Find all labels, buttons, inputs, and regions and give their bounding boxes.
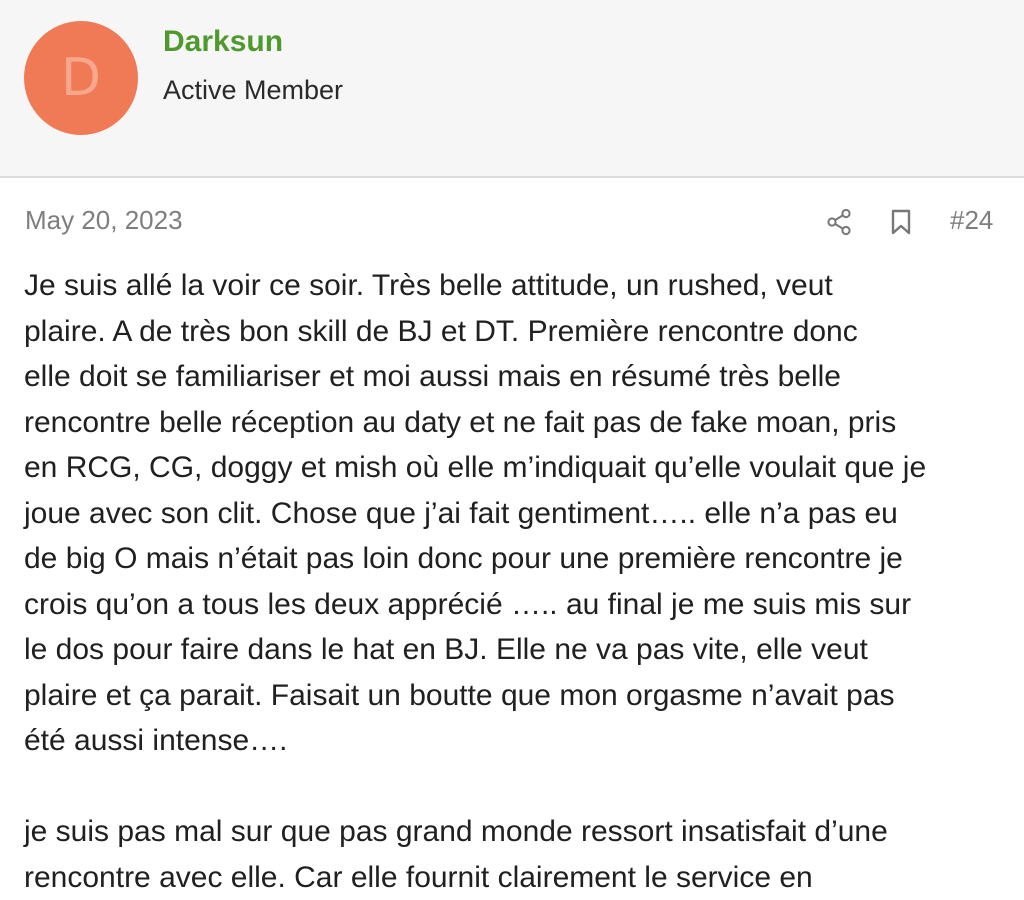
post-meta: May 20, 2023 #24 — [0, 190, 1024, 250]
username[interactable]: Darksun — [163, 24, 283, 60]
avatar[interactable]: D — [24, 21, 138, 135]
post-body: Je suis allé la voir ce soir. Très belle… — [24, 263, 1009, 900]
post-date[interactable]: May 20, 2023 — [25, 204, 183, 236]
post-paragraph: Je suis allé la voir ce soir. Très belle… — [24, 269, 927, 757]
share-icon[interactable] — [826, 208, 852, 236]
user-header: D Darksun Active Member — [0, 0, 1024, 178]
avatar-letter: D — [60, 48, 102, 108]
post-paragraph: je suis pas mal sur que pas grand monde … — [24, 815, 888, 894]
post-number-link[interactable]: #24 — [950, 204, 993, 236]
bookmark-icon[interactable] — [890, 209, 912, 235]
user-title: Active Member — [163, 75, 344, 105]
